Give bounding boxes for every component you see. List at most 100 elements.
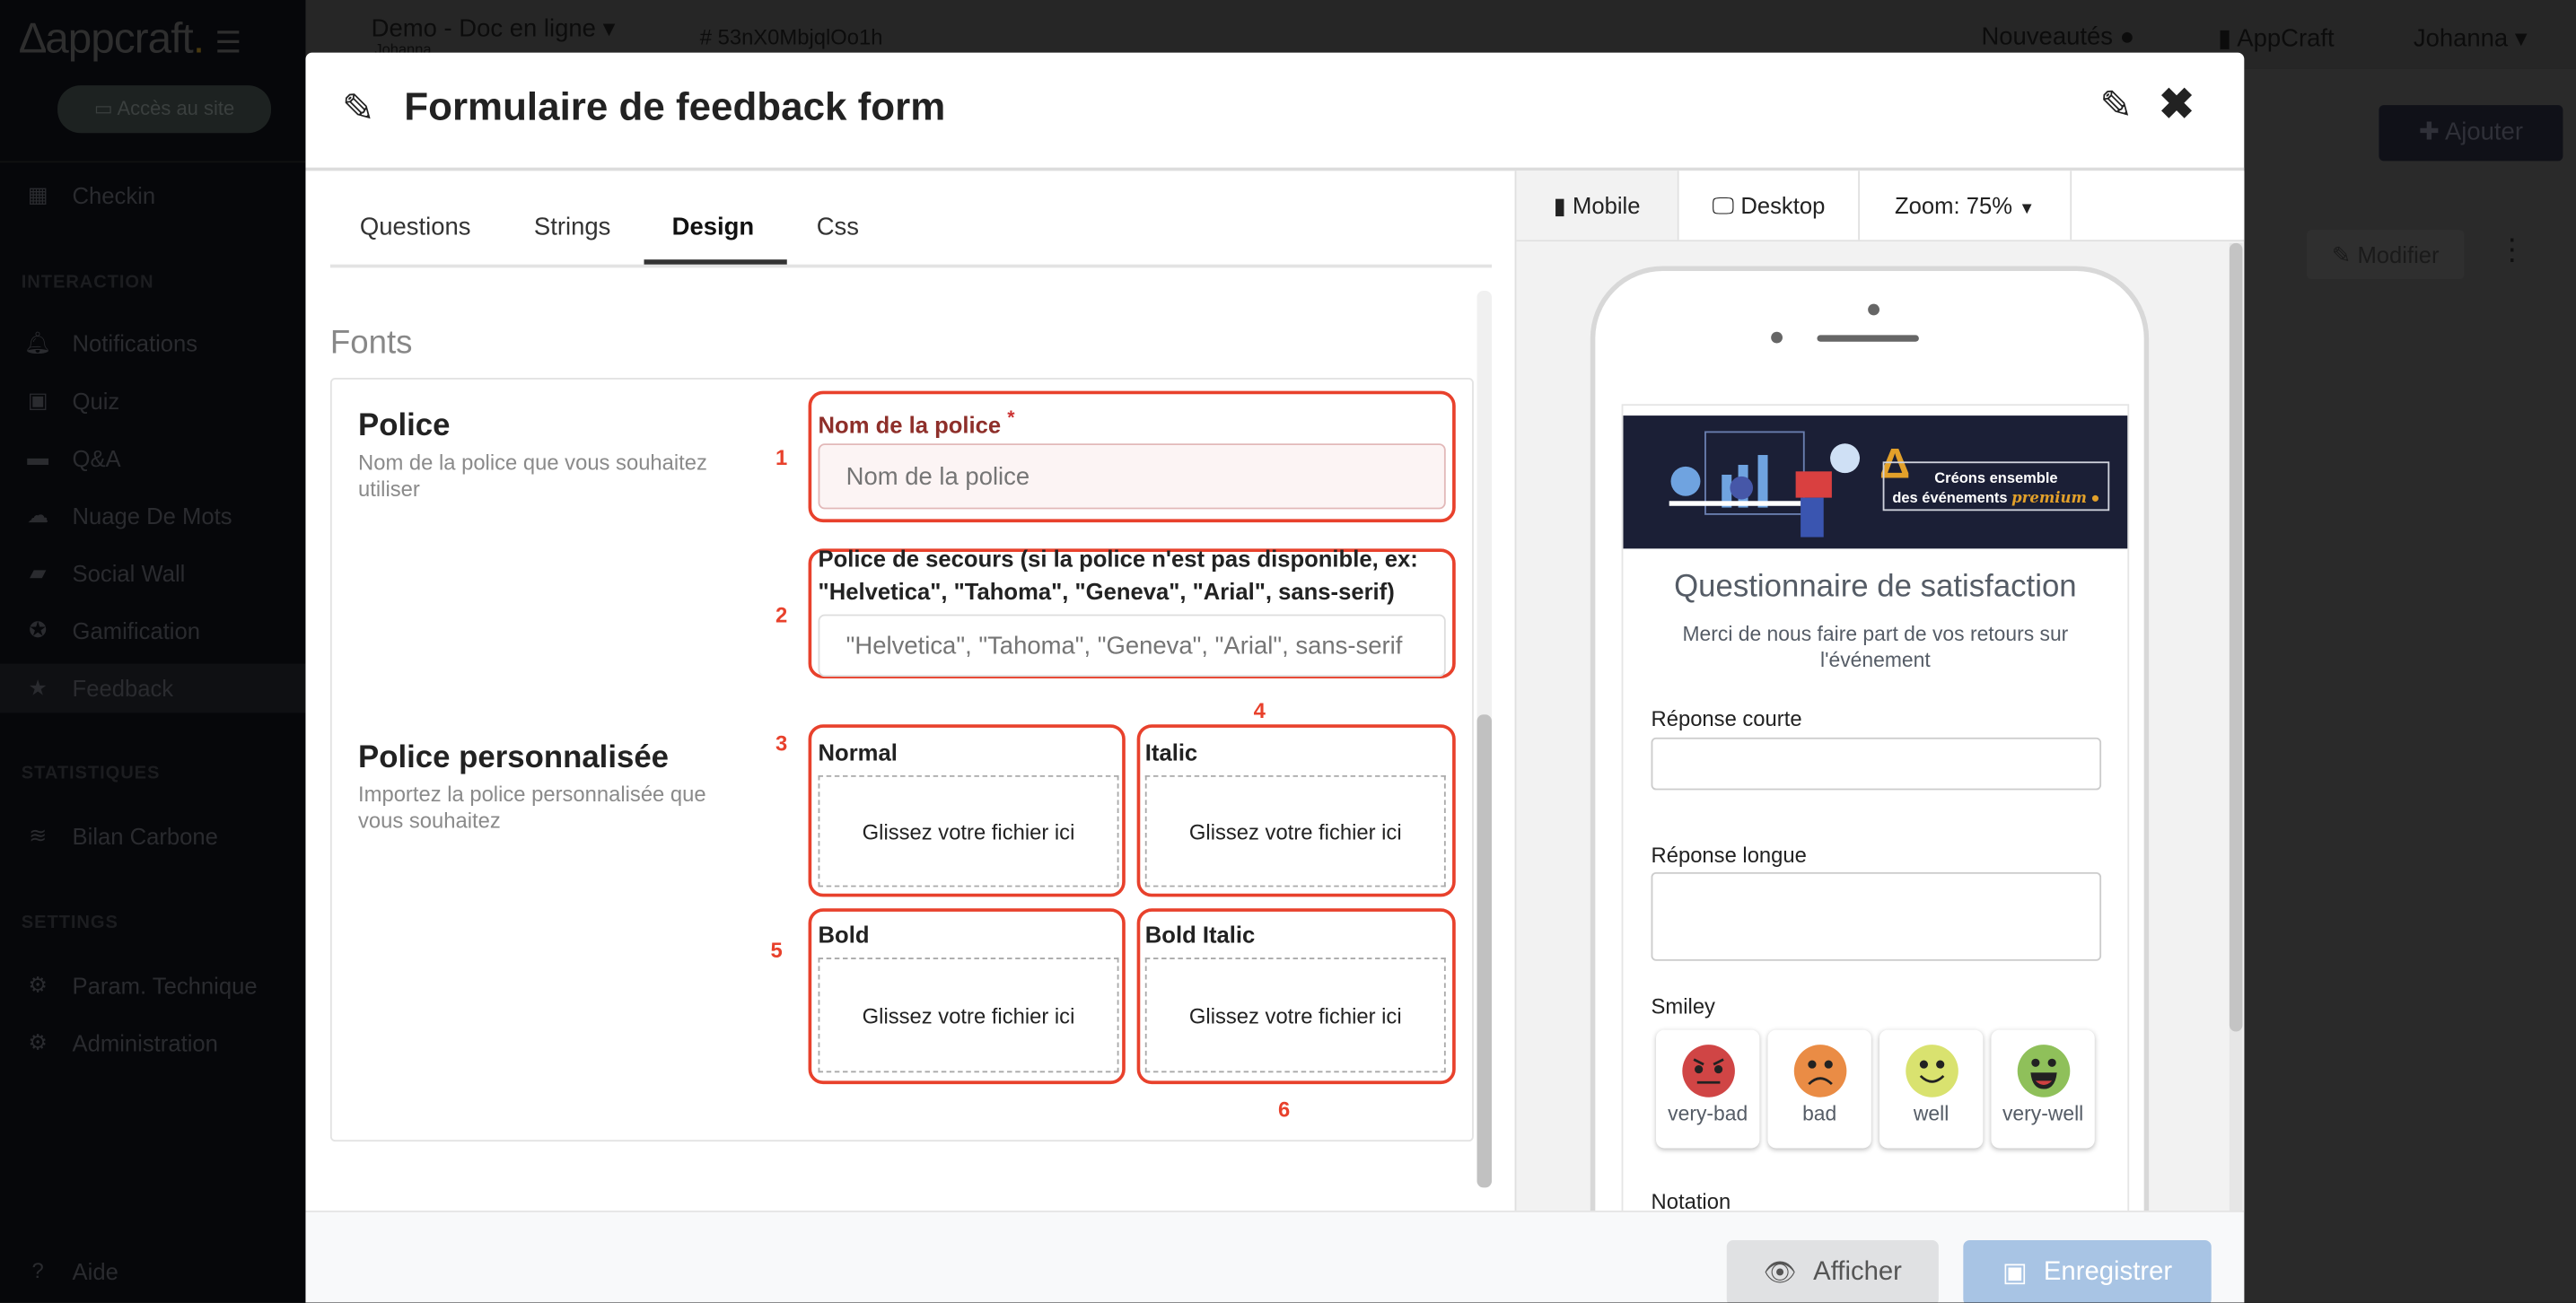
laughing-face-icon [2016, 1045, 2070, 1097]
fallback-font-input[interactable] [818, 614, 1446, 678]
smiley-very-bad[interactable]: very-bad [1656, 1029, 1760, 1149]
zoom-dropdown[interactable]: Zoom: 75% ▼ [1860, 171, 2072, 240]
slot-label-normal: Normal [818, 739, 898, 765]
font-name-input[interactable] [818, 443, 1446, 510]
collapse-icon[interactable]: ☰ [215, 26, 241, 59]
desktop-view-button[interactable]: 🖵︎ Desktop [1678, 171, 1861, 240]
add-button[interactable]: ✚ Ajouter [2379, 105, 2563, 162]
news-link[interactable]: Nouveautés ● [1981, 23, 2134, 51]
tab-questions[interactable]: Questions [360, 214, 471, 241]
fallback-font-label: Police de secours (si la police n'est pa… [818, 545, 1418, 605]
dropzone-normal[interactable]: Glissez votre fichier ici [818, 774, 1119, 888]
preview-panel: ▮ Mobile 🖵︎ Desktop Zoom: 75% ▼ Δ Créons… [1514, 171, 2245, 1303]
smiley-well[interactable]: well [1879, 1029, 1984, 1149]
slot-label-bold-italic: Bold Italic [1144, 921, 1256, 949]
sidebar-item-qa[interactable]: ▬ Q&A [0, 433, 305, 483]
site-access-label: Accès au site [117, 96, 235, 120]
scrollbar-thumb[interactable] [1476, 714, 1493, 1188]
floppy-icon: ▣ [2002, 1259, 2028, 1289]
sidebar-item-quiz[interactable]: ▣ Quiz [0, 376, 305, 425]
gear-icon: ⚙ [28, 1029, 48, 1055]
quiz-icon: ▣ [27, 387, 48, 413]
annotation-number: 6 [1278, 1097, 1291, 1123]
sidebar: ∆appcraft. ☰ ▭ Accès au site ▦ Checkin IN… [0, 0, 306, 1303]
section-heading: Fonts [329, 325, 413, 362]
close-icon[interactable]: ✖ [2159, 79, 2195, 130]
sidebar-label: Aide [72, 1258, 118, 1285]
annotation-number: 4 [1253, 697, 1266, 723]
modal-title: Formulaire de feedback form [404, 85, 946, 130]
preview-scrollbar[interactable] [2229, 242, 2243, 1212]
event-id: # 53nX0MbjqlOo1h [699, 24, 883, 49]
custom-font-desc: Importez la police personnalisée que vou… [358, 782, 706, 834]
star-circle-icon: ✪ [29, 617, 48, 643]
smiley-label: Smiley [1651, 993, 1715, 1019]
slot-label-bold: Bold [818, 921, 870, 949]
modify-button[interactable]: ✎ Modifier [2306, 230, 2465, 280]
long-answer-textarea[interactable] [1651, 871, 2102, 961]
event-banner: Δ Créons ensemble des événements premium … [1623, 415, 2128, 549]
modify-label: Modifier [2357, 241, 2440, 268]
chat-icon: ▬ [27, 445, 48, 470]
sidebar-item-social-wall[interactable]: ▰ Social Wall [0, 548, 305, 598]
dropzone-bold-italic[interactable]: Glissez votre fichier ici [1144, 958, 1446, 1073]
mobile-icon: ▮ [1553, 192, 1566, 219]
sidebar-label: Notifications [72, 329, 198, 357]
smiley-label: well [1913, 1102, 1950, 1125]
sidebar-label: Q&A [72, 445, 121, 472]
sidebar-item-help[interactable]: ? Aide [0, 1246, 305, 1296]
preview-form-title: Questionnaire de satisfaction [1674, 570, 2077, 605]
save-label: Enregistrer [2043, 1258, 2173, 1287]
edit-title-icon[interactable]: ✎ [2099, 83, 2133, 130]
zoom-label: Zoom: 75% [1894, 192, 2013, 219]
user-menu[interactable]: Johanna ▾ [2414, 23, 2528, 52]
sidebar-item-administration[interactable]: ⚙ Administration [0, 1019, 305, 1068]
more-icon[interactable]: ⋮ [2497, 233, 2527, 267]
sidebar-item-word-cloud[interactable]: ☁ Nuage De Mots [0, 491, 305, 540]
sidebar-item-checkin[interactable]: ▦ Checkin [0, 171, 305, 220]
project-name: Demo - Doc en ligne [371, 14, 596, 43]
smile-face-icon [1905, 1045, 1958, 1097]
page-background: ✚ Ajouter ✎ Modifier ⋮ [2244, 68, 2576, 1303]
font-name-label: Nom de la police * [818, 407, 1015, 439]
org-link[interactable]: ▮ AppCraft [2218, 23, 2335, 53]
police-desc: Nom de la police que vous souhaitez util… [358, 450, 707, 502]
form-scrollbar[interactable] [1476, 290, 1493, 1188]
dropzone-italic[interactable]: Glissez votre fichier ici [1144, 774, 1446, 888]
project-selector[interactable]: Demo - Doc en ligne ▾ [371, 13, 616, 43]
annotation-number: 3 [775, 730, 788, 756]
qr-icon: ▦ [27, 182, 48, 207]
section-interaction: INTERACTION [21, 272, 154, 293]
smiley-bad[interactable]: bad [1767, 1029, 1871, 1149]
sidebar-label: Param. Technique [72, 972, 258, 999]
smiley-label: very-bad [1668, 1102, 1748, 1125]
tab-strings[interactable]: Strings [534, 214, 610, 241]
dropzone-bold[interactable]: Glissez votre fichier ici [818, 958, 1119, 1073]
tab-design[interactable]: Design [672, 214, 755, 241]
sidebar-item-tech-params[interactable]: ⚙ Param. Technique [0, 961, 305, 1010]
short-answer-input[interactable] [1651, 737, 2102, 791]
sidebar-label: Checkin [72, 182, 156, 209]
chart-area-icon: ≋ [29, 823, 48, 848]
sidebar-label: Bilan Carbone [72, 823, 218, 850]
custom-font-title: Police personnalisée [358, 740, 670, 775]
show-button[interactable]: 👁︎ Afficher [1726, 1239, 1939, 1303]
sidebar-item-notifications[interactable]: 🔔︎ Notifications [0, 319, 305, 368]
show-label: Afficher [1813, 1258, 1902, 1287]
section-stats: STATISTIQUES [21, 764, 161, 784]
mobile-view-button[interactable]: ▮ Mobile [1516, 171, 1679, 240]
long-answer-label: Réponse longue [1651, 842, 1807, 868]
org-label: AppCraft [2237, 24, 2335, 53]
sidebar-item-gamification[interactable]: ✪ Gamification [0, 606, 305, 655]
scrollbar-thumb[interactable] [2229, 242, 2243, 1032]
cloud-icon: ☁ [27, 503, 48, 528]
annotation-number: 2 [775, 602, 788, 628]
save-button[interactable]: ▣ Enregistrer [1963, 1239, 2212, 1303]
eye-icon: 👁︎ [1763, 1259, 1797, 1289]
tab-css[interactable]: Css [817, 214, 859, 241]
sidebar-item-carbon[interactable]: ≋ Bilan Carbone [0, 811, 305, 861]
site-access-button[interactable]: ▭ Accès au site [57, 85, 272, 134]
desktop-label: Desktop [1740, 192, 1826, 219]
sidebar-item-feedback[interactable]: ★ Feedback [0, 663, 306, 713]
smiley-very-well[interactable]: very-well [1991, 1029, 2095, 1149]
